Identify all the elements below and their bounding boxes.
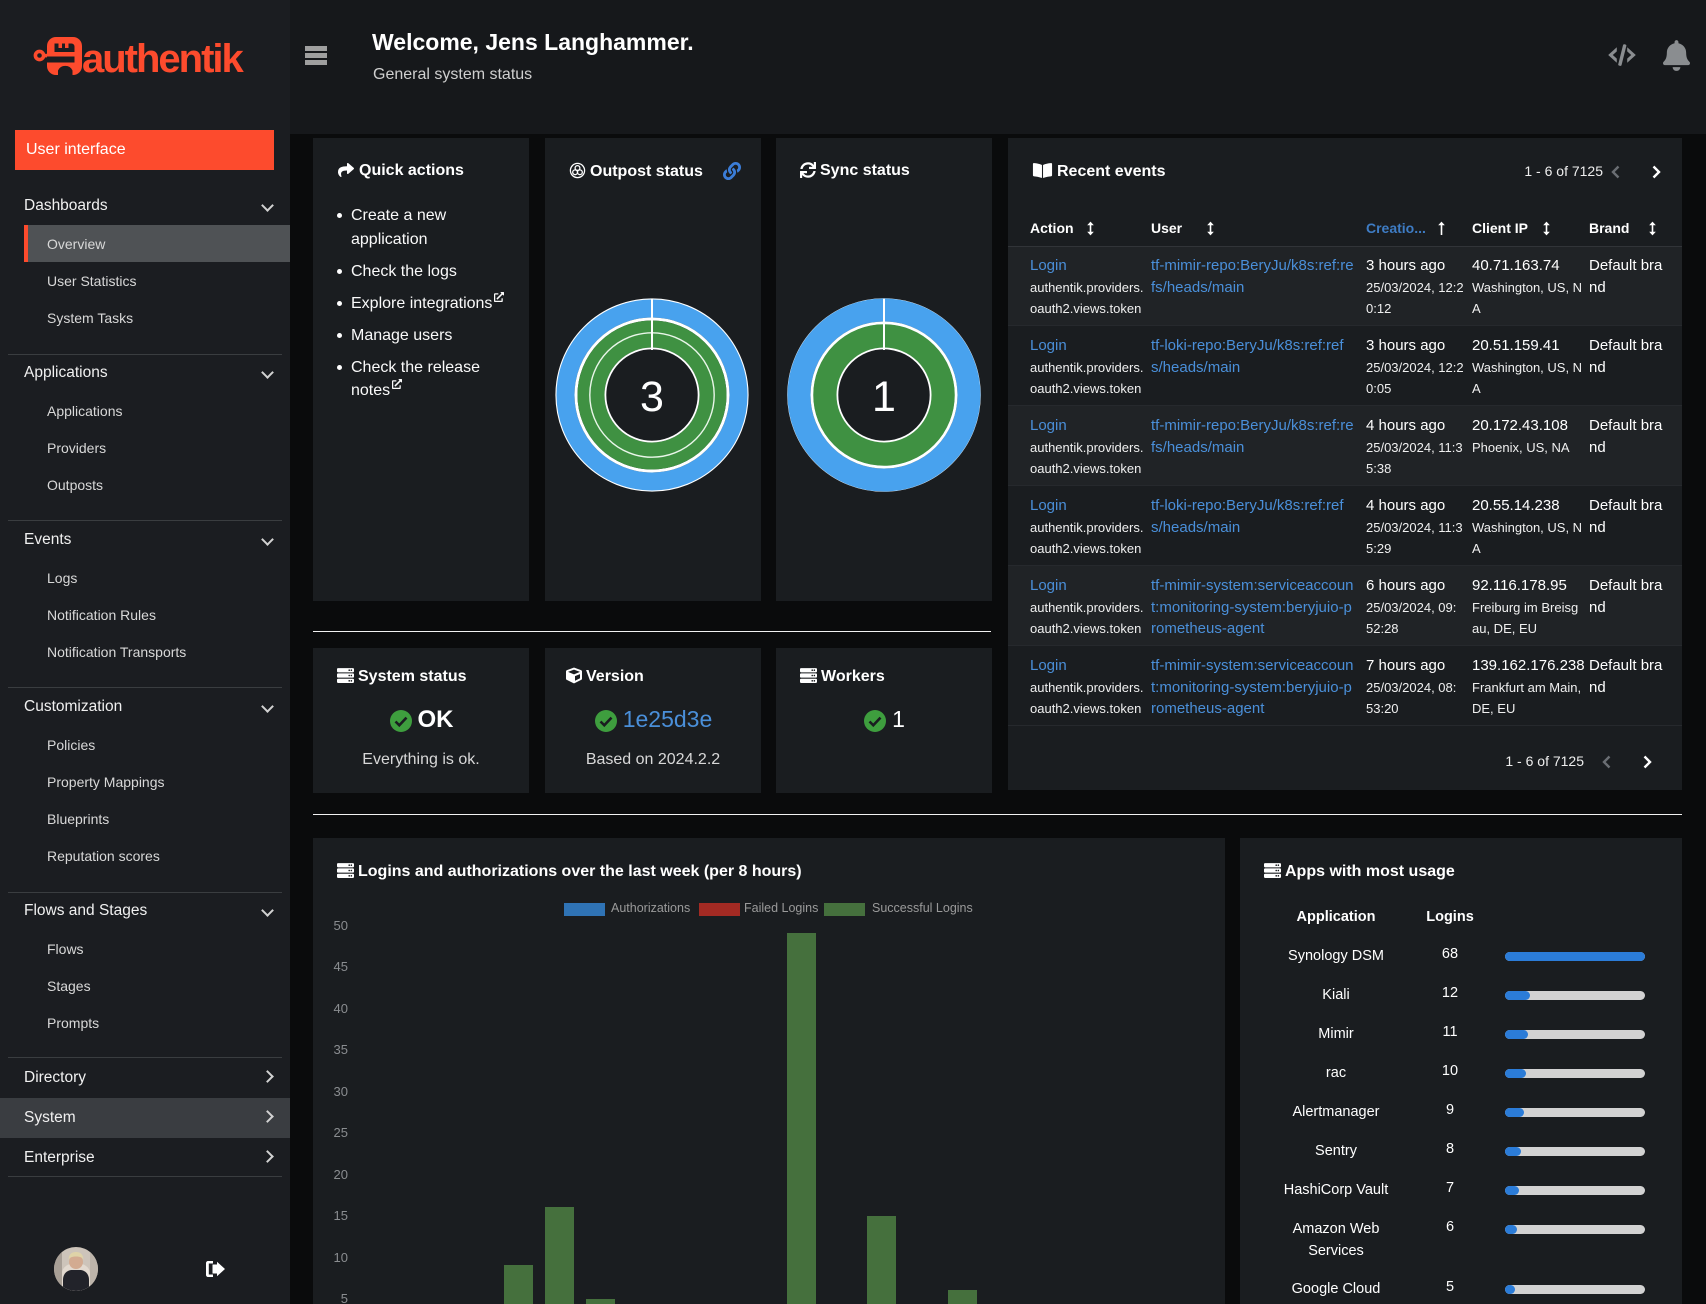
svg-text:authentik: authentik	[82, 37, 245, 78]
svg-text:1: 1	[872, 373, 896, 421]
svg-text:3: 3	[640, 373, 664, 421]
